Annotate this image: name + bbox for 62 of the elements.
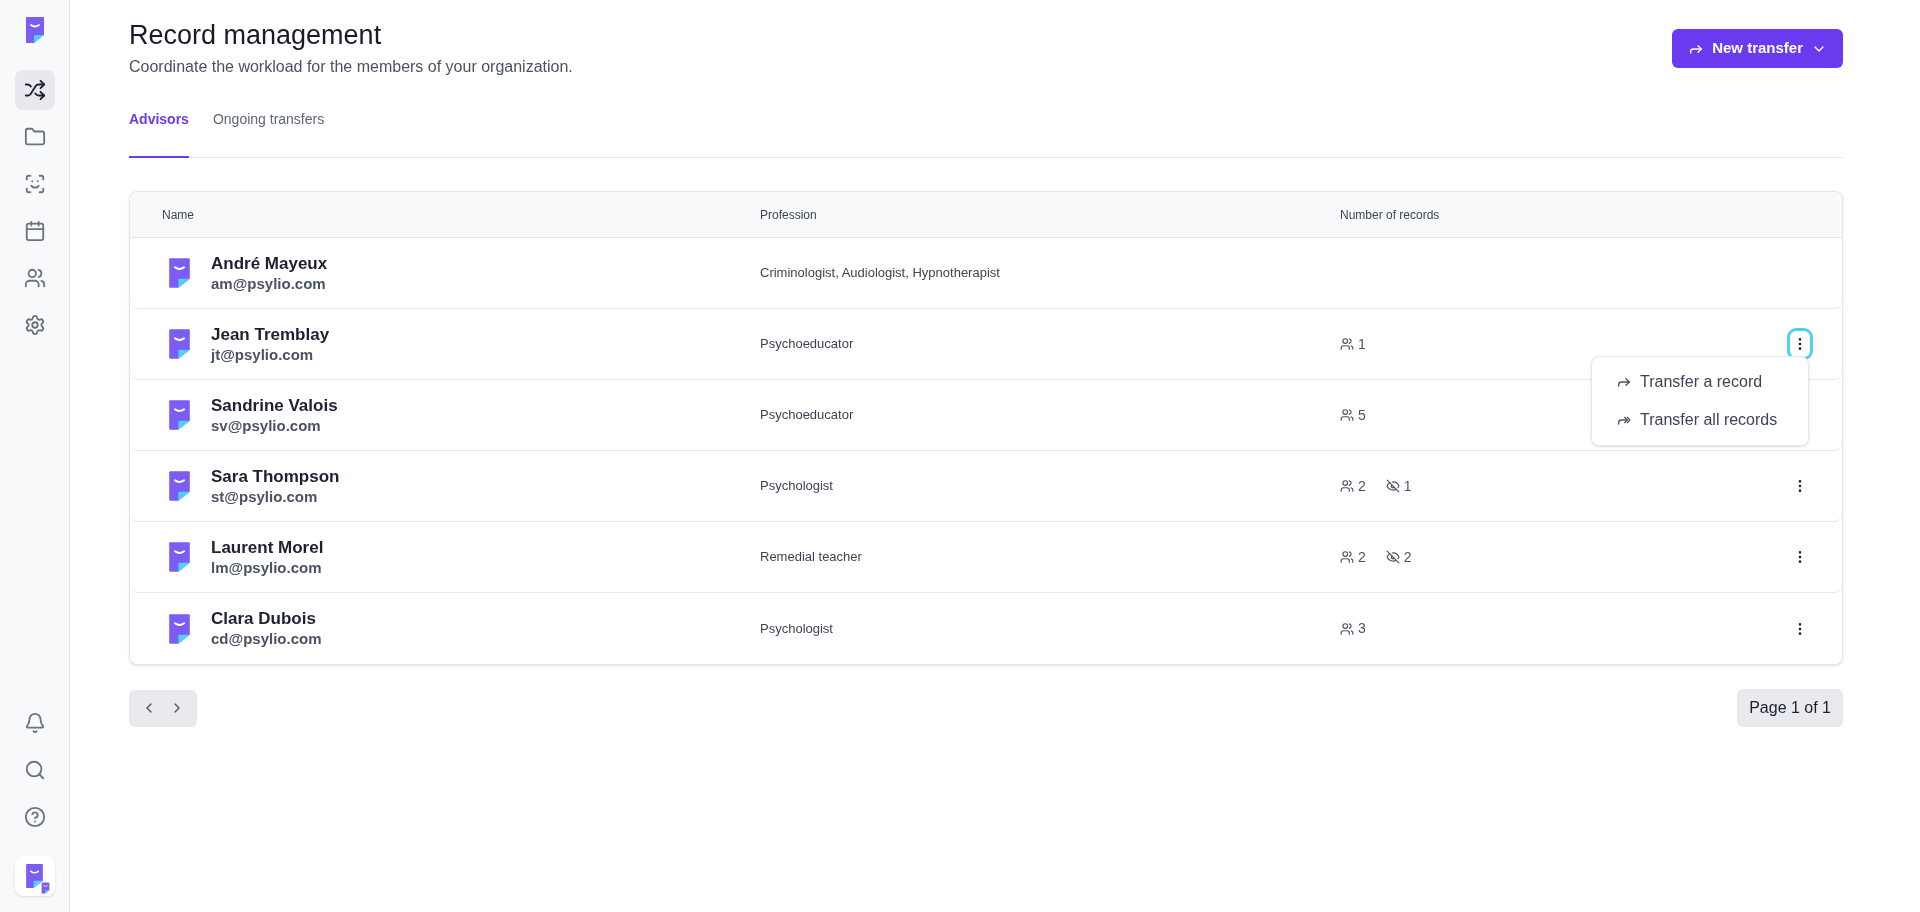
users-icon bbox=[1340, 621, 1354, 636]
face-scan-icon bbox=[23, 173, 46, 195]
column-header: Name bbox=[162, 206, 195, 224]
eye-off-icon bbox=[1385, 550, 1400, 564]
page-title: Record management bbox=[129, 19, 383, 52]
account-button[interactable] bbox=[14, 856, 55, 896]
settings-icon bbox=[23, 314, 46, 336]
profession-cell-text: Psychoeducator bbox=[760, 406, 855, 425]
hidden-count: 1 bbox=[1385, 475, 1412, 497]
client-count: 2 bbox=[1340, 475, 1366, 497]
advisor-email: am@psylio.com bbox=[211, 273, 327, 293]
shuffle-icon bbox=[23, 79, 46, 101]
profession-cell-text: Psychologist bbox=[760, 477, 834, 496]
folder-icon bbox=[23, 126, 46, 148]
users-icon bbox=[1340, 479, 1354, 493]
tab[interactable]: Advisors bbox=[129, 109, 189, 158]
advisor-name: Sandrine Valois bbox=[211, 395, 338, 416]
app-logo bbox=[24, 16, 45, 44]
avatar bbox=[168, 328, 191, 360]
advisor-email: lm@psylio.com bbox=[211, 557, 323, 577]
client-count: 5 bbox=[1340, 404, 1366, 426]
advisor-name: Jean Tremblay bbox=[211, 324, 330, 345]
page-indicator: Page 1 of 1 bbox=[1737, 689, 1843, 727]
advisor-name: Laurent Morel bbox=[211, 537, 324, 558]
profession-cell-text: Remedial teacher bbox=[760, 548, 863, 567]
sidebar-item[interactable] bbox=[14, 70, 55, 110]
calendar-icon bbox=[23, 220, 46, 242]
column-header: Profession bbox=[760, 206, 818, 224]
users-icon bbox=[1340, 337, 1354, 351]
client-count: 2 bbox=[1340, 546, 1366, 568]
row-actions-button[interactable] bbox=[1790, 331, 1810, 357]
avatar bbox=[168, 612, 191, 645]
client-count: 1 bbox=[1340, 333, 1366, 355]
page-subtitle: Coordinate the workload for the members of your organization. bbox=[129, 57, 573, 77]
advisor-name: Clara Dubois bbox=[211, 609, 317, 629]
avatar bbox=[168, 257, 191, 289]
menu-item[interactable]: Transfer a record bbox=[1592, 363, 1808, 401]
tab[interactable]: Ongoing transfers bbox=[212, 109, 325, 158]
users-icon bbox=[1340, 550, 1354, 564]
avatar bbox=[168, 470, 191, 502]
advisor-name: Sara Thompson bbox=[211, 466, 340, 487]
menu-item[interactable]: Transfer all records bbox=[1592, 401, 1808, 439]
search-icon bbox=[23, 759, 46, 781]
eye-off-icon bbox=[1385, 479, 1400, 493]
profession-cell-text: Psychologist bbox=[760, 619, 834, 638]
advisor-email: cd@psylio.com bbox=[211, 629, 322, 648]
new-transfer-button[interactable]: New transfer bbox=[1672, 29, 1843, 68]
advisor-email: sv@psylio.com bbox=[211, 415, 322, 435]
column-header: Number of records bbox=[1340, 206, 1441, 224]
advisor-email: jt@psylio.com bbox=[211, 344, 315, 364]
profession-cell-text: Criminologist, Audiologist, Hypnotherapist bbox=[760, 264, 1001, 283]
avatar bbox=[168, 399, 191, 431]
avatar bbox=[168, 541, 191, 573]
help-icon bbox=[23, 806, 46, 828]
advisor-email: st@psylio.com bbox=[211, 486, 319, 506]
hidden-count: 2 bbox=[1385, 546, 1412, 568]
advisor-name: André Mayeux bbox=[211, 253, 328, 274]
client-count: 3 bbox=[1340, 618, 1366, 639]
bell-icon bbox=[23, 712, 46, 734]
users-icon bbox=[23, 267, 46, 289]
profession-cell-text: Psychoeducator bbox=[760, 335, 855, 354]
users-icon bbox=[1340, 408, 1354, 422]
